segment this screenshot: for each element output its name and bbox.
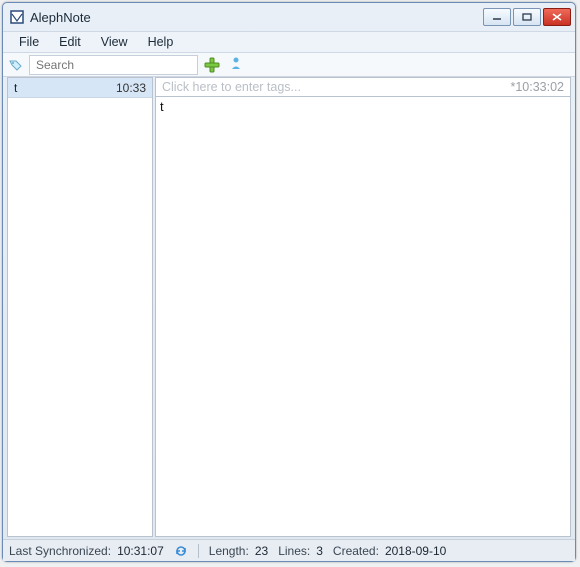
titlebar[interactable]: AlephNote	[3, 3, 575, 31]
note-timestamp: *10:33:02	[510, 80, 564, 94]
editor-textarea[interactable]: t	[155, 97, 571, 537]
created-label: Created:	[333, 544, 379, 558]
menu-help[interactable]: Help	[138, 33, 184, 51]
maximize-button[interactable]	[513, 8, 541, 26]
main-area: t 10:33 Click here to enter tags... *10:…	[3, 77, 575, 539]
person-icon	[230, 56, 242, 73]
note-time: 10:33	[116, 81, 146, 95]
close-button[interactable]	[543, 8, 571, 26]
length-value: 23	[255, 544, 268, 558]
list-item[interactable]: t 10:33	[8, 78, 152, 98]
editor-content: t	[160, 99, 164, 114]
sync-icon[interactable]	[174, 544, 188, 558]
menu-view[interactable]: View	[91, 33, 138, 51]
notes-list[interactable]: t 10:33	[7, 77, 153, 537]
search-input[interactable]	[29, 55, 198, 75]
note-title-area[interactable]	[226, 56, 571, 73]
last-sync-value: 10:31:07	[117, 544, 164, 558]
menubar: File Edit View Help	[3, 31, 575, 53]
lines-value: 3	[316, 544, 323, 558]
lines-label: Lines:	[278, 544, 310, 558]
created-value: 2018-09-10	[385, 544, 446, 558]
add-note-button[interactable]	[202, 55, 222, 75]
tags-input[interactable]: Click here to enter tags... *10:33:02	[155, 77, 571, 97]
tags-placeholder: Click here to enter tags...	[162, 80, 301, 94]
menu-file[interactable]: File	[9, 33, 49, 51]
window-controls	[483, 8, 571, 26]
last-sync-label: Last Synchronized:	[9, 544, 111, 558]
length-label: Length:	[209, 544, 249, 558]
toolbar	[3, 53, 575, 77]
note-name: t	[14, 81, 17, 95]
editor-pane: Click here to enter tags... *10:33:02 t	[155, 77, 571, 537]
minimize-button[interactable]	[483, 8, 511, 26]
menu-edit[interactable]: Edit	[49, 33, 91, 51]
app-window: AlephNote File Edit View Help	[2, 2, 576, 562]
app-icon	[9, 9, 25, 25]
tag-icon[interactable]	[7, 56, 25, 74]
window-title: AlephNote	[30, 10, 483, 25]
separator	[198, 544, 199, 558]
statusbar: Last Synchronized: 10:31:07 Length: 23 L…	[3, 539, 575, 561]
